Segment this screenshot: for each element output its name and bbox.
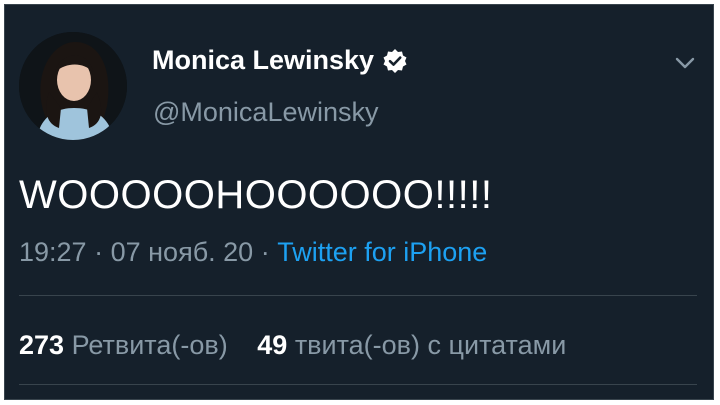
tweet-stats: 273 Ретвита(-ов) 49 твита(-ов) с цитатам…	[19, 330, 588, 361]
tweet-text: WOOOOOHOOOOOO!!!!!	[19, 173, 493, 217]
tweet-card: Monica Lewinsky @MonicaLewinsky WOOOOOHO…	[4, 4, 714, 400]
avatar[interactable]	[19, 32, 127, 140]
retweets-label: Ретвита(-ов)	[71, 330, 228, 360]
quotes-count: 49	[257, 330, 288, 360]
display-name[interactable]: Monica Lewinsky	[152, 45, 408, 76]
meta-separator: ·	[94, 237, 104, 267]
quotes-label: твита(-ов) с цитатами	[294, 330, 567, 360]
tweet-time[interactable]: 19:27	[19, 237, 87, 267]
verified-badge-icon	[382, 48, 408, 74]
divider	[19, 295, 697, 296]
tweet-source-link[interactable]: Twitter for iPhone	[277, 237, 487, 267]
meta-separator: ·	[260, 237, 270, 267]
quotes-stat[interactable]: 49 твита(-ов) с цитатами	[257, 330, 566, 360]
retweets-stat[interactable]: 273 Ретвита(-ов)	[19, 330, 235, 360]
display-name-text: Monica Lewinsky	[152, 45, 375, 75]
user-handle[interactable]: @MonicaLewinsky	[153, 97, 379, 128]
tweet-date[interactable]: 07 нояб. 20	[111, 237, 254, 267]
chevron-down-icon[interactable]	[673, 51, 697, 75]
retweets-count: 273	[19, 330, 65, 360]
tweet-metadata: 19:27 · 07 нояб. 20 · Twitter for iPhone	[19, 237, 487, 268]
divider	[19, 384, 697, 385]
